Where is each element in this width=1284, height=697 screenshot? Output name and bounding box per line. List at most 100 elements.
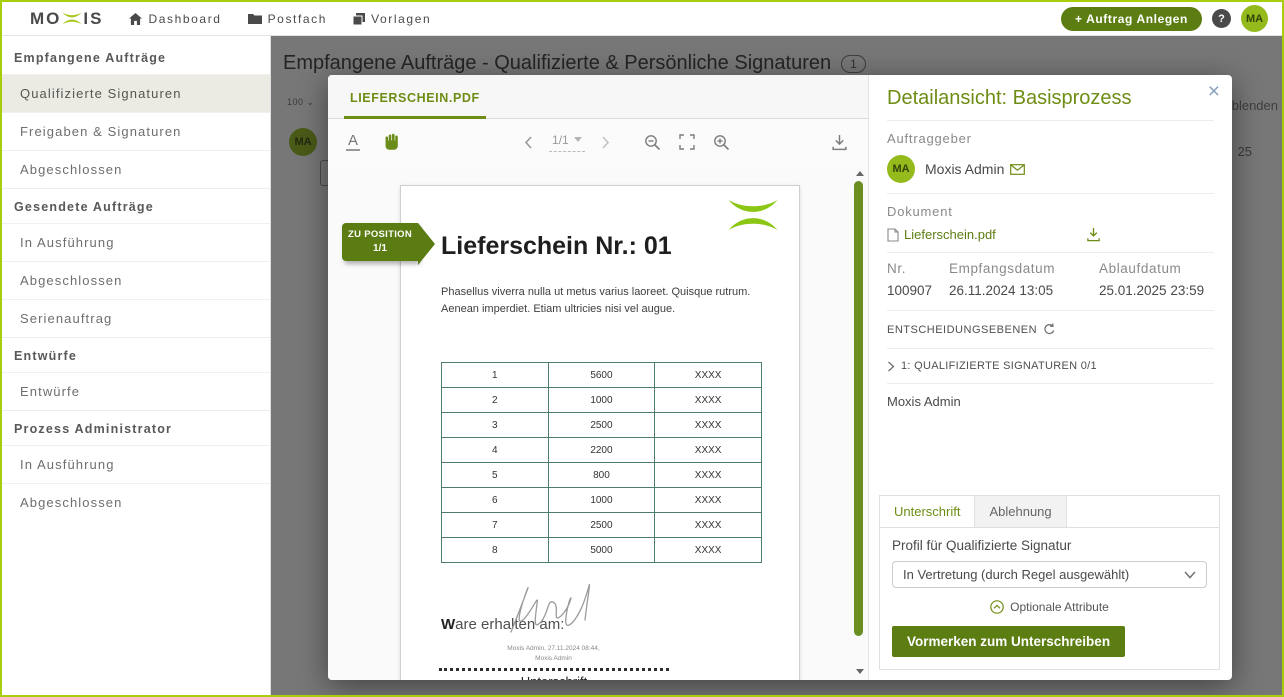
signature-caption: Unterschrift — [439, 674, 669, 680]
detail-modal: LIEFERSCHEIN.PDF A — [328, 75, 1232, 680]
table-row: 85000XXXX — [442, 538, 762, 563]
optional-attributes-toggle[interactable]: Optionale Attribute — [892, 600, 1207, 614]
sidebar-item-abgeschlossen-empfangen[interactable]: Abgeschlossen — [2, 150, 270, 188]
pdf-body-text: Phasellus viverra nulla ut metus varius … — [441, 284, 771, 318]
nav-label: Postfach — [268, 12, 328, 26]
detail-title: Detailansicht: Basisprozess — [887, 87, 1214, 121]
document-row: Lieferschein.pdf — [887, 227, 1214, 242]
prev-page-button[interactable] — [522, 134, 535, 151]
copy-icon — [353, 13, 365, 25]
top-navbar: MO IS Dashboard Postfach Vorlagen — [2, 2, 1282, 36]
decision-level-1[interactable]: 1: QUALIFIZIERTE SIGNATUREN 0/1 — [887, 360, 1214, 372]
client-avatar: MA — [887, 155, 915, 183]
received-date-value: 26.11.2024 13:05 — [949, 283, 1099, 298]
page-navigation: 1/1 — [522, 132, 732, 153]
tab-lieferschein-pdf[interactable]: LIEFERSCHEIN.PDF — [344, 91, 486, 119]
expiry-date-value: 25.01.2025 23:59 — [1099, 283, 1214, 298]
scrollbar-thumb[interactable] — [854, 181, 863, 636]
fullscreen-icon — [679, 134, 695, 150]
submit-sign-button[interactable]: Vormerken zum Unterschreiben — [892, 626, 1125, 657]
sidebar-item-freigaben-signaturen[interactable]: Freigaben & Signaturen — [2, 112, 270, 150]
nr-label: Nr. — [887, 261, 949, 276]
pdf-page: Lieferschein Nr.: 01 Phasellus viverra n… — [400, 185, 800, 680]
nav-item-vorlagen[interactable]: Vorlagen — [353, 12, 431, 26]
pdf-document-title: Lieferschein Nr.: 01 — [441, 232, 672, 261]
table-row: 15600XXXX — [442, 363, 762, 388]
main-content: Empfangene Aufträge - Qualifizierte & Pe… — [271, 36, 1282, 695]
document-label: Dokument — [887, 204, 1214, 219]
sidebar-section-entwuerfe: Entwürfe — [2, 337, 270, 372]
nav-label: Vorlagen — [371, 12, 431, 26]
pdf-scrollbar[interactable] — [853, 169, 865, 676]
pdf-file-icon — [887, 228, 899, 242]
user-avatar[interactable]: MA — [1241, 5, 1268, 32]
pdf-table: 15600XXXX 21000XXXX 32500XXXX 42200XXXX … — [441, 362, 762, 563]
app-window: MO IS Dashboard Postfach Vorlagen — [0, 0, 1284, 697]
folder-icon — [248, 13, 262, 24]
signature-line — [439, 668, 669, 671]
sidebar: Empfangene Aufträge Qualifizierte Signat… — [2, 36, 271, 695]
chevron-down-icon — [574, 137, 582, 142]
sidebar-section-empfangene-auftraege: Empfangene Aufträge — [2, 40, 270, 74]
handwritten-signature — [493, 572, 623, 647]
table-row: 42200XXXX — [442, 438, 762, 463]
nav-item-postfach[interactable]: Postfach — [248, 12, 328, 26]
pdf-toolbar: A — [328, 119, 868, 165]
logo-text-post: IS — [83, 9, 103, 29]
sidebar-item-abgeschlossen-admin[interactable]: Abgeschlossen — [2, 483, 270, 521]
zoom-in-button[interactable] — [711, 132, 732, 153]
sidebar-item-entwuerfe[interactable]: Entwürfe — [2, 372, 270, 410]
moxis-logo[interactable]: MO IS — [30, 9, 103, 29]
jump-to-position-badge[interactable]: ZU POSITION 1/1 — [342, 223, 418, 261]
create-order-button[interactable]: + Auftrag Anlegen — [1061, 7, 1202, 31]
close-icon[interactable]: × — [1208, 81, 1220, 102]
collapse-circle-icon — [990, 600, 1004, 614]
sidebar-item-qualifizierte-signaturen[interactable]: Qualifizierte Signaturen — [2, 74, 270, 112]
help-icon[interactable]: ? — [1212, 9, 1231, 28]
tab-ablehnung[interactable]: Ablehnung — [975, 496, 1066, 527]
nr-value: 100907 — [887, 283, 949, 298]
email-icon[interactable] — [1010, 164, 1025, 175]
nav-item-dashboard[interactable]: Dashboard — [129, 12, 221, 26]
order-meta: Nr. 100907 Empfangsdatum 26.11.2024 13:0… — [887, 261, 1214, 298]
logo-text-pre: MO — [30, 9, 61, 29]
table-row: 72500XXXX — [442, 513, 762, 538]
moxis-x-icon — [62, 12, 82, 25]
sidebar-section-prozess-administrator: Prozess Administrator — [2, 410, 270, 445]
signature-stamp: Moxis Admin, 27.11.2024 08:44, Moxis Adm… — [441, 644, 666, 664]
refresh-icon[interactable] — [1043, 323, 1056, 336]
download-document-button[interactable] — [829, 132, 850, 153]
table-row: 21000XXXX — [442, 388, 762, 413]
signature-action-box: Unterschrift Ablehnung Profil für Qualif… — [879, 495, 1220, 670]
download-document-icon[interactable] — [1086, 227, 1101, 242]
navbar-right: + Auftrag Anlegen ? MA — [1061, 5, 1268, 32]
pan-hand-icon[interactable] — [382, 132, 402, 152]
pdf-document-area: Lieferschein Nr.: 01 Phasellus viverra n… — [328, 165, 868, 680]
zoom-out-icon — [644, 134, 661, 151]
table-row: 61000XXXX — [442, 488, 762, 513]
tab-unterschrift[interactable]: Unterschrift — [880, 496, 975, 527]
nav-label: Dashboard — [148, 12, 221, 26]
text-annotation-tool[interactable]: A — [346, 133, 360, 151]
zoom-out-button[interactable] — [642, 132, 663, 153]
page-indicator[interactable]: 1/1 — [549, 133, 585, 152]
sidebar-item-in-ausfuehrung-gesendet[interactable]: In Ausführung — [2, 223, 270, 261]
fullscreen-button[interactable] — [677, 132, 697, 152]
scroll-down-arrow[interactable] — [856, 669, 864, 674]
zoom-in-icon — [713, 134, 730, 151]
chevron-right-icon — [887, 361, 895, 372]
next-page-button[interactable] — [599, 134, 612, 151]
signature-profile-select[interactable]: In Vertretung (durch Regel ausgewählt) — [892, 561, 1207, 588]
document-tabbar: LIEFERSCHEIN.PDF — [328, 75, 868, 119]
scroll-up-arrow[interactable] — [856, 171, 864, 176]
client-label: Auftraggeber — [887, 131, 1214, 146]
sidebar-item-abgeschlossen-gesendet[interactable]: Abgeschlossen — [2, 261, 270, 299]
sidebar-item-in-ausfuehrung-admin[interactable]: In Ausführung — [2, 445, 270, 483]
level-signer-name: Moxis Admin — [887, 394, 1214, 409]
client-name: Moxis Admin — [925, 161, 1004, 177]
sidebar-item-serienauftrag[interactable]: Serienauftrag — [2, 299, 270, 337]
chevron-down-icon — [1184, 571, 1196, 579]
client-row: MA Moxis Admin — [887, 155, 1214, 183]
document-link[interactable]: Lieferschein.pdf — [904, 227, 996, 242]
table-row: 32500XXXX — [442, 413, 762, 438]
